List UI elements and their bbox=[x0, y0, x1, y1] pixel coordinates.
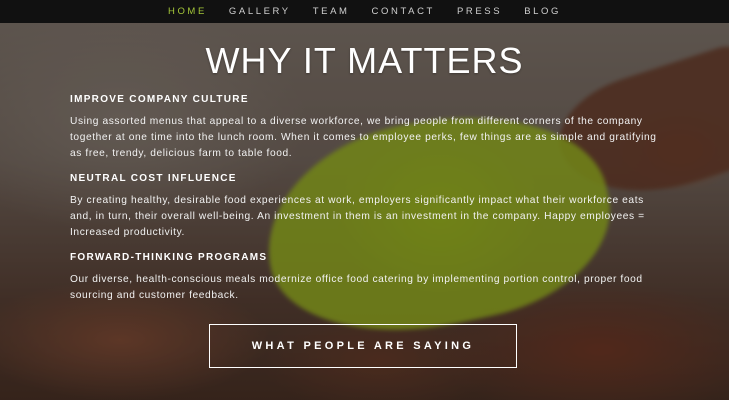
section-heading: IMPROVE COMPANY CULTURE bbox=[70, 94, 249, 105]
section-neutral-cost: NEUTRAL COST INFLUENCE By creating healt… bbox=[70, 173, 665, 241]
nav-item-blog[interactable]: BLOG bbox=[524, 6, 561, 17]
what-people-are-saying-button[interactable]: WHAT PEOPLE ARE SAYING bbox=[209, 324, 517, 368]
nav-item-home[interactable]: HOME bbox=[168, 6, 207, 17]
section-text: Our diverse, health-conscious meals mode… bbox=[70, 274, 643, 301]
nav-item-team[interactable]: TEAM bbox=[313, 6, 350, 17]
section-heading: NEUTRAL COST INFLUENCE bbox=[70, 173, 237, 184]
nav-item-gallery[interactable]: GALLERY bbox=[229, 6, 291, 17]
section-text: By creating healthy, desirable food expe… bbox=[70, 195, 645, 238]
section-heading: FORWARD-THINKING PROGRAMS bbox=[70, 252, 268, 263]
section-text: Using assorted menus that appeal to a di… bbox=[70, 116, 657, 159]
nav-item-contact[interactable]: CONTACT bbox=[372, 6, 435, 17]
section-forward-thinking: FORWARD-THINKING PROGRAMS Our diverse, h… bbox=[70, 252, 665, 304]
nav-item-press[interactable]: PRESS bbox=[457, 6, 502, 17]
top-nav: HOME GALLERY TEAM CONTACT PRESS BLOG bbox=[0, 0, 729, 23]
section-company-culture: IMPROVE COMPANY CULTURE Using assorted m… bbox=[70, 94, 665, 162]
page-title: WHY IT MATTERS bbox=[205, 40, 524, 81]
